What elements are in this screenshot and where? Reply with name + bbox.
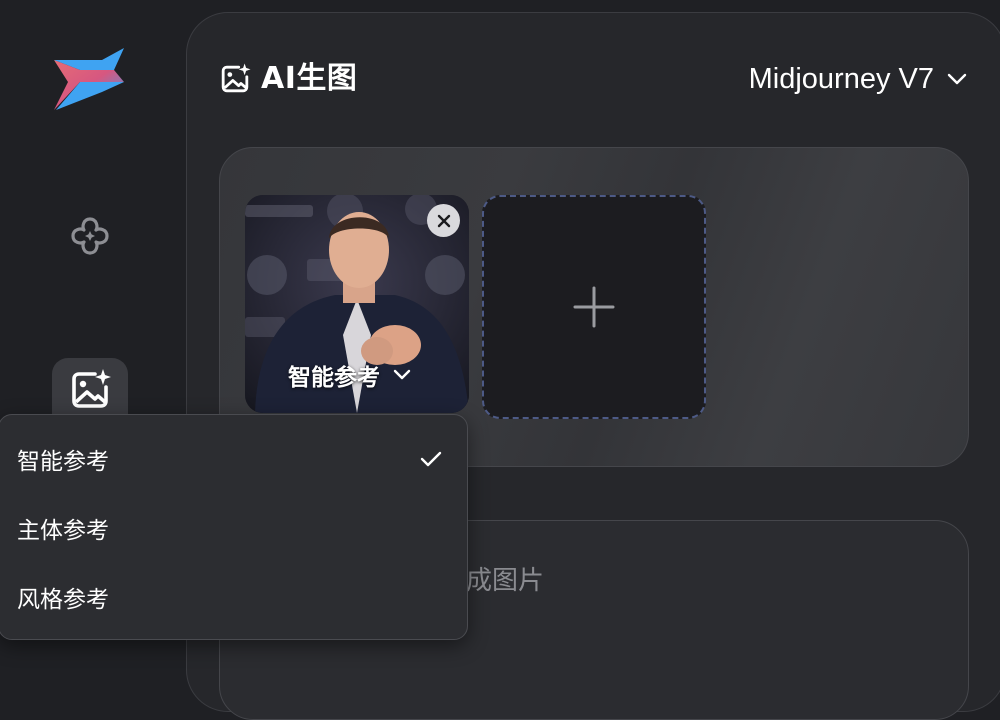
menu-item-style-reference[interactable]: 风格参考 — [17, 572, 457, 622]
menu-item-smart-reference[interactable]: 智能参考 — [17, 434, 457, 484]
add-reference-button[interactable] — [482, 195, 706, 419]
discover-nav-button[interactable] — [52, 198, 128, 274]
prompt-placeholder: 成图片 — [466, 566, 545, 596]
clover-icon — [71, 217, 109, 255]
chevron-down-icon — [393, 369, 411, 380]
plus-icon — [573, 286, 615, 328]
menu-item-label: 风格参考 — [17, 587, 109, 613]
remove-reference-button[interactable] — [427, 204, 460, 237]
bolt-logo-icon[interactable] — [50, 46, 130, 112]
model-select-label: Midjourney V7 — [748, 62, 934, 95]
menu-item-subject-reference[interactable]: 主体参考 — [17, 503, 457, 553]
reference-mode-label: 智能参考 — [288, 365, 380, 391]
reference-mode-menu: 智能参考 主体参考 风格参考 — [0, 414, 468, 640]
menu-item-label: 智能参考 — [17, 449, 109, 475]
model-select[interactable]: Midjourney V7 — [749, 58, 968, 100]
page-title: AI生图 — [261, 61, 358, 96]
close-icon — [437, 214, 450, 227]
image-sparkle-icon — [221, 63, 251, 93]
menu-item-label: 主体参考 — [17, 518, 109, 544]
check-icon — [420, 451, 442, 467]
reference-mode-select[interactable]: 智能参考 — [288, 358, 412, 392]
chevron-down-icon — [947, 73, 967, 85]
image-sparkle-icon — [72, 368, 111, 408]
